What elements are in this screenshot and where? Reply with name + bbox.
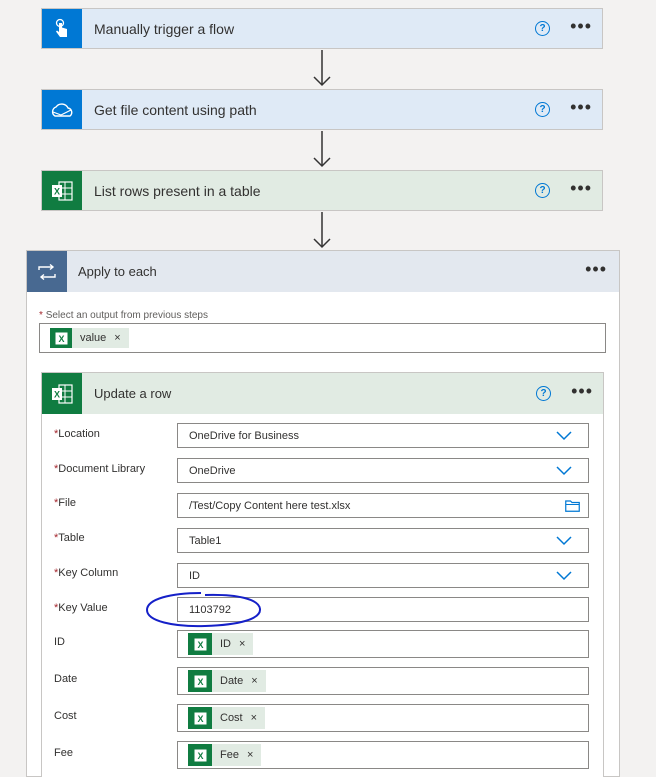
select-output-field[interactable]: X value × [39, 323, 606, 353]
token-label: ID [220, 638, 231, 650]
help-icon[interactable]: ? [535, 183, 551, 198]
fee-label: Fee [54, 747, 73, 759]
key-column-label: *Key Column [54, 567, 119, 579]
remove-token-icon[interactable]: × [239, 638, 245, 650]
update-row-title: Update a row [94, 386, 172, 401]
location-value: OneDrive for Business [189, 429, 300, 442]
select-output-label: * Select an output from previous steps [39, 310, 208, 321]
document-library-label: *Document Library [54, 463, 146, 475]
id-label: ID [54, 636, 65, 648]
excel-icon: X [188, 744, 212, 766]
excel-icon: X [188, 707, 212, 729]
file-label: *File [54, 497, 77, 509]
apply-to-each-title: Apply to each [78, 264, 157, 279]
key-column-dropdown[interactable]: ID [177, 563, 589, 588]
location-dropdown[interactable]: OneDrive for Business [177, 423, 589, 448]
apply-to-each-header[interactable]: Apply to each ••• [27, 251, 619, 292]
fee-field[interactable]: X Fee × [177, 741, 589, 769]
more-options-icon[interactable]: ••• [570, 98, 592, 118]
location-label: *Location [54, 428, 100, 440]
svg-text:X: X [197, 677, 203, 687]
step-manual-trigger[interactable]: Manually trigger a flow ? ••• [41, 8, 603, 49]
step-title: Get file content using path [94, 101, 257, 118]
hand-drawn-circle-annotation [145, 592, 261, 628]
chevron-down-icon[interactable] [556, 535, 572, 546]
help-icon[interactable]: ? [535, 102, 551, 117]
loop-icon [27, 251, 67, 292]
document-library-dropdown[interactable]: OneDrive [177, 458, 589, 483]
svg-text:X: X [54, 389, 60, 399]
dynamic-content-token[interactable]: X ID × [188, 633, 254, 655]
touch-trigger-icon [42, 9, 82, 48]
file-picker[interactable]: /Test/Copy Content here test.xlsx [177, 493, 589, 518]
excel-icon: X [42, 373, 82, 414]
remove-token-icon[interactable]: × [114, 332, 120, 344]
cost-label: Cost [54, 710, 77, 722]
key-value-label: *Key Value [54, 602, 108, 614]
remove-token-icon[interactable]: × [247, 749, 253, 761]
token-label: value [80, 332, 107, 344]
token-label: Cost [220, 712, 243, 724]
more-options-icon[interactable]: ••• [570, 17, 592, 37]
excel-icon: X [50, 328, 72, 348]
table-dropdown[interactable]: Table1 [177, 528, 589, 553]
arrow-down-icon [313, 212, 331, 249]
step-list-rows[interactable]: X List rows present in a table ? ••• [41, 170, 603, 211]
more-options-icon[interactable]: ••• [571, 382, 593, 402]
chevron-down-icon[interactable] [556, 570, 572, 581]
more-options-icon[interactable]: ••• [570, 179, 592, 199]
table-label: *Table [54, 532, 85, 544]
document-library-value: OneDrive [189, 464, 236, 477]
help-icon[interactable]: ? [535, 21, 551, 36]
svg-text:X: X [197, 751, 203, 761]
excel-icon: X [188, 670, 212, 692]
dynamic-content-token[interactable]: X Cost × [188, 707, 266, 729]
arrow-down-icon [313, 131, 331, 168]
excel-icon: X [42, 171, 82, 210]
step-get-file-content[interactable]: Get file content using path ? ••• [41, 89, 603, 130]
key-column-value: ID [189, 569, 200, 582]
cost-field[interactable]: X Cost × [177, 704, 589, 732]
update-row-header[interactable]: X Update a row ? ••• [42, 373, 603, 414]
step-title: Manually trigger a flow [94, 20, 235, 37]
date-field[interactable]: X Date × [177, 667, 589, 695]
folder-icon[interactable] [565, 499, 580, 512]
remove-token-icon[interactable]: × [251, 712, 257, 724]
id-field[interactable]: X ID × [177, 630, 589, 658]
more-options-icon[interactable]: ••• [585, 260, 607, 280]
svg-text:X: X [197, 640, 203, 650]
dynamic-content-token[interactable]: X Date × [188, 670, 266, 692]
svg-text:X: X [54, 186, 60, 196]
onedrive-icon [42, 90, 82, 129]
chevron-down-icon[interactable] [556, 465, 572, 476]
table-value: Table1 [189, 534, 222, 547]
dynamic-content-token[interactable]: X value × [50, 328, 129, 348]
arrow-down-icon [313, 50, 331, 87]
excel-icon: X [188, 633, 212, 655]
date-label: Date [54, 673, 78, 685]
help-icon[interactable]: ? [536, 386, 552, 401]
step-title: List rows present in a table [94, 182, 261, 199]
token-label: Date [220, 675, 244, 687]
file-value: /Test/Copy Content here test.xlsx [189, 499, 351, 512]
svg-text:X: X [197, 714, 203, 724]
chevron-down-icon[interactable] [556, 430, 572, 441]
remove-token-icon[interactable]: × [251, 675, 257, 687]
svg-text:X: X [58, 334, 64, 344]
token-label: Fee [220, 749, 239, 761]
dynamic-content-token[interactable]: X Fee × [188, 744, 262, 766]
